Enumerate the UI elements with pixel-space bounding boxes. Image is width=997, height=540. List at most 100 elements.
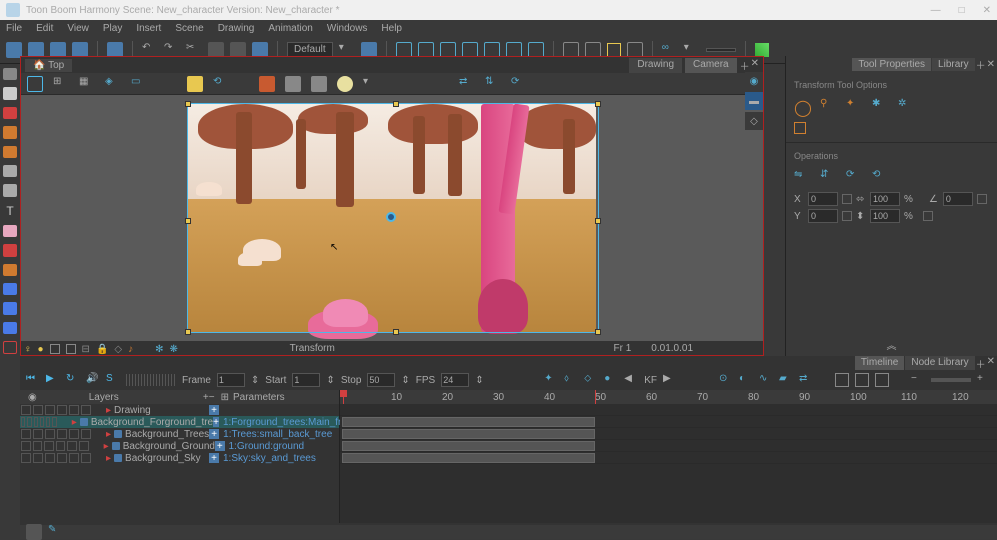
ink-tool-icon[interactable] (3, 264, 17, 276)
del-layer-icon[interactable]: − (209, 392, 215, 403)
end-marker[interactable] (595, 390, 596, 404)
render-icon[interactable] (755, 43, 769, 57)
show-manip-icon[interactable]: ✲ (898, 98, 914, 114)
opengl-view-icon[interactable]: ◉ (745, 72, 763, 90)
param-toggle-icon[interactable]: ⊞ (221, 392, 229, 403)
eraser-tool-icon[interactable] (3, 225, 17, 237)
tab-timeline[interactable]: Timeline (855, 356, 904, 370)
paint-tool-icon[interactable] (3, 244, 17, 256)
tag-icon[interactable]: ◇ (114, 344, 122, 355)
tab-node-library[interactable]: Node Library (905, 356, 974, 370)
hide-manip-icon[interactable]: ✱ (872, 98, 888, 114)
lock-icon[interactable] (187, 76, 203, 92)
layer-row[interactable]: ▸Background_Trees + 1:Trees:small_back_t… (20, 428, 339, 440)
play-icon[interactable]: ▶ (46, 373, 60, 387)
color-swatch[interactable] (706, 48, 736, 52)
fps-stepper-icon[interactable]: ⇕ (475, 375, 483, 386)
tab-library[interactable]: Library (932, 58, 975, 71)
x-input[interactable] (808, 192, 838, 206)
y-input[interactable] (808, 209, 838, 223)
view-tab-top[interactable]: 🏠 Top (25, 59, 72, 72)
contour-tool-icon[interactable] (3, 107, 17, 119)
height-input[interactable] (870, 209, 900, 223)
width-input[interactable] (870, 192, 900, 206)
zoom-slider[interactable] (931, 378, 971, 382)
text-tool-icon[interactable]: T (3, 204, 17, 218)
transform-tool-icon[interactable] (3, 341, 17, 354)
car-icon[interactable]: ▰ (779, 373, 793, 387)
flip-h-icon[interactable]: ⇄ (459, 76, 475, 92)
bulb-layer-icon[interactable]: ● (38, 344, 44, 355)
morph-tool-icon[interactable] (3, 302, 17, 314)
flip-v-icon[interactable]: ⇅ (485, 76, 501, 92)
sound-icon[interactable]: 🔊 (86, 373, 100, 387)
first-frame-icon[interactable]: ⏮ (26, 373, 40, 387)
render-view-icon[interactable]: ▬ (745, 92, 763, 110)
close-view-icon[interactable]: ✕ (751, 58, 759, 73)
track-row[interactable] (340, 416, 997, 428)
close-timeline-tab-icon[interactable]: ✕ (987, 356, 995, 370)
track-row[interactable] (340, 428, 997, 440)
add-keyframe-icon[interactable]: ⬨ (564, 373, 578, 387)
footer-btn-1-icon[interactable] (26, 524, 42, 540)
timeline-ruler[interactable]: 102030405060708090100110120 (340, 390, 997, 404)
morphing-icon[interactable]: ◐ (739, 373, 753, 387)
rotation-input[interactable] (943, 192, 973, 206)
menu-windows[interactable]: Windows (327, 23, 368, 34)
menu-scene[interactable]: Scene (175, 23, 203, 34)
view-mode-2-icon[interactable] (855, 373, 869, 387)
menu-insert[interactable]: Insert (136, 23, 161, 34)
layer-box-2-icon[interactable] (66, 344, 76, 354)
stage[interactable]: ↖ (188, 104, 596, 332)
matte-view-icon[interactable]: ◇ (745, 112, 763, 130)
add-drawing-icon[interactable]: ♀ (24, 344, 32, 355)
sound-layer-icon[interactable]: ♪ (128, 344, 133, 355)
overscan-icon[interactable]: ▭ (131, 76, 147, 92)
layer-row[interactable]: ▸Background_Ground + 1:Ground:ground (20, 440, 339, 452)
camera-view-icon[interactable] (27, 76, 43, 92)
grid-toggle-icon[interactable]: ⊞ (53, 76, 69, 92)
sync-icon[interactable]: ⇄ (799, 373, 813, 387)
maximize-button[interactable]: □ (959, 5, 965, 16)
bbox-mode-icon[interactable] (794, 122, 806, 134)
light-icon[interactable] (311, 76, 327, 92)
track-row[interactable] (340, 440, 997, 452)
view-mode-3-icon[interactable] (875, 373, 889, 387)
bulb-icon[interactable] (337, 76, 353, 92)
loop-icon[interactable]: ↻ (66, 373, 80, 387)
close-button[interactable]: ✕ (983, 5, 991, 16)
rotate-ccw-icon[interactable]: ⟲ (872, 169, 888, 185)
minimize-button[interactable]: — (931, 5, 941, 16)
track-row[interactable] (340, 404, 997, 416)
view-tab-camera[interactable]: Camera (685, 58, 737, 73)
playhead[interactable] (343, 390, 344, 404)
line-tool-icon[interactable] (3, 184, 17, 196)
flip-horizontal-icon[interactable]: ⇋ (794, 169, 810, 185)
add-timeline-tab-icon[interactable]: ＋ (976, 356, 986, 370)
zoom-in-icon[interactable]: + (977, 373, 991, 387)
menu-animation[interactable]: Animation (268, 23, 312, 34)
menu-edit[interactable]: Edit (36, 23, 53, 34)
zoom-out-icon[interactable]: − (911, 373, 925, 387)
bulb-menu-icon[interactable]: ▾ (363, 76, 379, 92)
motion-kf-icon[interactable]: ● (604, 373, 618, 387)
pivot-point[interactable] (386, 212, 396, 222)
stop-input[interactable] (367, 373, 395, 387)
del-keyframe-icon[interactable]: ⬦ (584, 373, 598, 387)
layer-row[interactable]: ▸Drawing + (20, 404, 339, 416)
frame-input[interactable] (217, 373, 245, 387)
footer-btn-2-icon[interactable]: ✎ (48, 524, 64, 540)
onion-gray-icon[interactable] (285, 76, 301, 92)
canvas[interactable]: ↖ (21, 95, 763, 341)
lock-layer-icon[interactable]: 🔒 (96, 344, 108, 355)
jog-wheel[interactable] (126, 374, 176, 386)
rotate-cw-icon[interactable]: ⟳ (846, 169, 862, 185)
prev-kf-icon[interactable]: ◀ (624, 373, 638, 387)
unlock-icon[interactable]: ⟲ (213, 76, 229, 92)
x-lock-icon[interactable] (842, 194, 852, 204)
layer-box-1-icon[interactable] (50, 344, 60, 354)
select-tool-icon[interactable] (3, 68, 17, 80)
view-mode-1-icon[interactable] (835, 373, 849, 387)
rotate-icon[interactable]: ⟳ (511, 76, 527, 92)
add-view-icon[interactable]: ＋ (740, 58, 750, 73)
